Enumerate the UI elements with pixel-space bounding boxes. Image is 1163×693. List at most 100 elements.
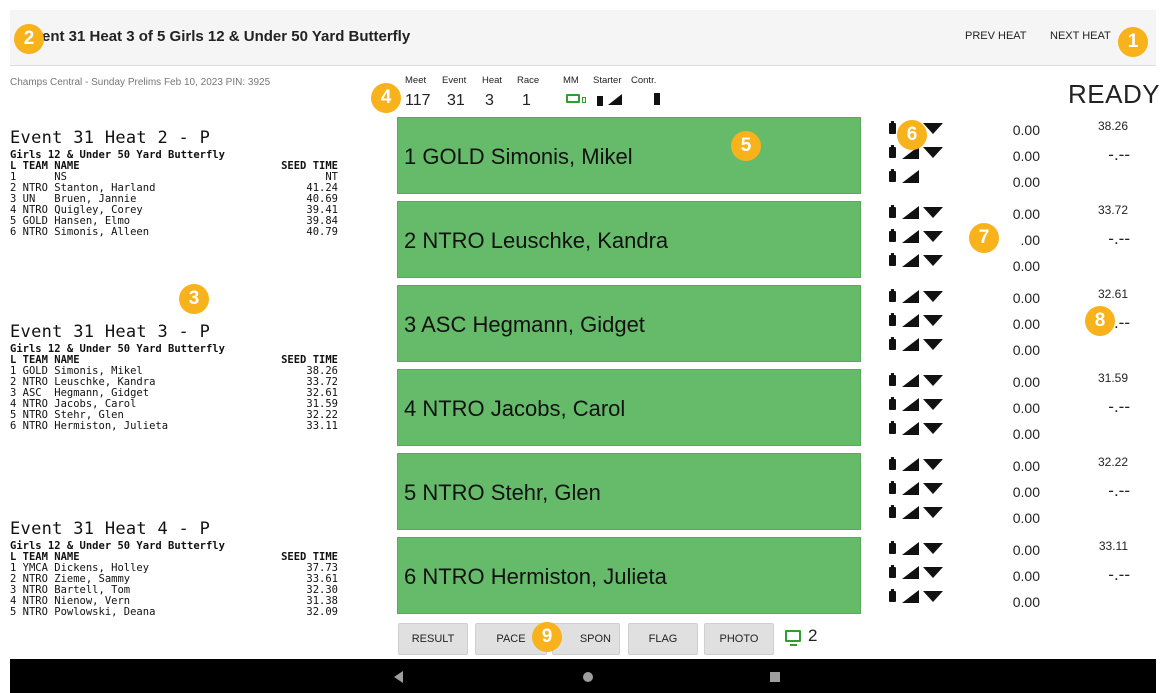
starter-battery-icon — [597, 96, 603, 106]
heat-block-4: Event 31 Heat 4 - P Girls 12 & Under 50 … — [10, 519, 380, 618]
lane-result: -.-- — [1108, 565, 1130, 584]
wifi-icon — [923, 483, 943, 494]
callout-badge-5: 5 — [731, 131, 761, 161]
battery-icon — [889, 121, 896, 134]
device-status-row — [889, 229, 954, 243]
wifi-icon — [923, 315, 943, 326]
lane-label: 2 NTRO Leuschke, Kandra — [404, 228, 669, 253]
wifi-icon — [923, 543, 943, 554]
device-status-row — [889, 253, 954, 267]
back-icon[interactable] — [394, 671, 403, 683]
wifi-icon — [923, 507, 943, 518]
device-status-row — [889, 457, 954, 471]
lane-2-button[interactable]: 2 NTRO Leuschke, Kandra — [397, 201, 861, 278]
ready-status: READY — [1068, 79, 1161, 109]
battery-icon — [889, 541, 896, 554]
signal-icon — [902, 170, 919, 183]
device-status-row — [889, 421, 954, 435]
signal-icon — [902, 206, 919, 219]
flag-button[interactable]: FLAG — [628, 623, 698, 655]
heat-entry-row: 5 NTRO Powlowski, Deana 32.09 — [10, 607, 380, 618]
battery-icon — [889, 253, 896, 266]
signal-icon — [902, 290, 919, 303]
stat-label-meet: Meet — [405, 75, 427, 86]
entry-seed: 40.79 — [306, 226, 338, 238]
button-time: 0.00 — [1012, 594, 1040, 610]
button-time: 0.00 — [1012, 290, 1040, 306]
entry-seed: 33.11 — [306, 420, 338, 432]
battery-icon — [889, 457, 896, 470]
callout-badge-6: 6 — [897, 120, 927, 150]
signal-icon — [902, 314, 919, 327]
battery-icon — [889, 505, 896, 518]
lane-result: -.-- — [1108, 397, 1130, 416]
wifi-icon — [923, 339, 943, 350]
prev-heat-button[interactable]: PREV HEAT — [965, 30, 1027, 42]
signal-icon — [902, 566, 919, 579]
next-heat-button[interactable]: NEXT HEAT — [1050, 30, 1111, 42]
battery-icon — [889, 397, 896, 410]
mm-device-icon — [566, 94, 580, 103]
device-status-row — [889, 505, 954, 519]
lane-5-button[interactable]: 5 NTRO Stehr, Glen — [397, 453, 861, 530]
lane-label: 1 GOLD Simonis, Mikel — [404, 144, 633, 169]
heat-list-panel[interactable]: Event 31 Heat 2 - P Girls 12 & Under 50 … — [10, 120, 380, 660]
battery-icon — [889, 169, 896, 182]
battery-icon — [889, 589, 896, 602]
button-time: 0.00 — [1012, 122, 1040, 138]
stat-label-contr: Contr. — [631, 75, 657, 86]
callout-badge-3: 3 — [179, 284, 209, 314]
lane-3-button[interactable]: 3 ASC Hegmann, Gidget — [397, 285, 861, 362]
wifi-icon — [923, 255, 943, 266]
callout-badge-8: 8 — [1085, 306, 1115, 336]
signal-icon — [902, 230, 919, 243]
controller-battery-icon — [654, 93, 660, 105]
result-button[interactable]: RESULT — [398, 623, 468, 655]
stat-label-mm: MM — [563, 75, 579, 86]
button-time: 0.00 — [1012, 568, 1040, 584]
monitor-icon — [785, 630, 801, 646]
battery-icon — [889, 565, 896, 578]
callout-badge-7: 7 — [969, 223, 999, 253]
battery-icon — [889, 205, 896, 218]
device-status-row — [889, 397, 954, 411]
heat-title: Event 31 Heat 4 - P — [10, 519, 211, 539]
signal-icon — [902, 482, 919, 495]
device-status-row — [889, 313, 954, 327]
recent-apps-icon[interactable] — [770, 672, 780, 682]
wifi-icon — [923, 375, 943, 386]
lane-1-button[interactable]: 1 GOLD Simonis, Mikel — [397, 117, 861, 194]
wifi-icon — [923, 291, 943, 302]
device-status-row — [889, 145, 954, 159]
wifi-icon — [923, 423, 943, 434]
home-icon[interactable] — [583, 672, 593, 682]
lane-6-button[interactable]: 6 NTRO Hermiston, Julieta — [397, 537, 861, 614]
mm-device-small-icon — [582, 97, 586, 103]
signal-icon — [902, 506, 919, 519]
signal-icon — [902, 542, 919, 555]
signal-icon — [902, 254, 919, 267]
device-status-row — [889, 205, 954, 219]
wifi-icon — [923, 399, 943, 410]
photo-button[interactable]: PHOTO — [704, 623, 774, 655]
device-status-row — [889, 373, 954, 387]
spon-button[interactable]: SPON — [552, 623, 620, 655]
heat-entry-row: 6 NTRO Simonis, Alleen 40.79 — [10, 227, 380, 238]
button-time: 0.00 — [1012, 316, 1040, 332]
signal-icon — [902, 422, 919, 435]
battery-icon — [889, 481, 896, 494]
wifi-icon — [923, 459, 943, 470]
lane-result: -.-- — [1108, 145, 1130, 164]
lane-label: 4 NTRO Jacobs, Carol — [404, 396, 626, 421]
lane-seed-time: 31.59 — [1097, 371, 1128, 385]
entry-name: 6 NTRO Simonis, Alleen — [10, 226, 150, 238]
lane-4-button[interactable]: 4 NTRO Jacobs, Carol — [397, 369, 861, 446]
battery-icon — [889, 313, 896, 326]
callout-badge-9: 9 — [532, 622, 562, 652]
heat-block-2: Event 31 Heat 2 - P Girls 12 & Under 50 … — [10, 128, 380, 238]
lane-label: 3 ASC Hegmann, Gidget — [404, 312, 645, 337]
button-time: 0.00 — [1012, 484, 1040, 500]
device-status-row — [889, 481, 954, 495]
button-time: 0.00 — [1012, 148, 1040, 164]
heat-title: Event 31 Heat 3 - P — [10, 322, 211, 342]
